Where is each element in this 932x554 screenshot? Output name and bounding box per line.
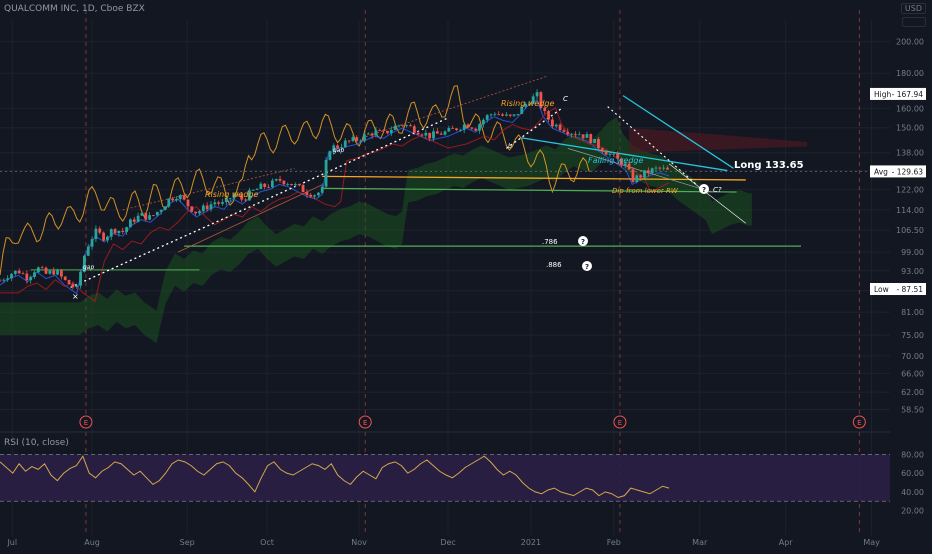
question-marker-label: ? [581, 238, 585, 246]
x-tick-label: Feb [607, 538, 621, 547]
high-tag-value: - 167.94 [892, 90, 924, 99]
candle[interactable] [190, 206, 194, 213]
y-tick-label: 70.00 [901, 352, 924, 361]
x-tick-label: Dec [440, 538, 455, 547]
x-tick-label: 2021 [521, 538, 541, 547]
avg-tag-value: - 129.63 [892, 167, 924, 176]
candle[interactable] [328, 150, 332, 161]
annotation-rising-wedge: Rising wedge [501, 99, 554, 108]
fib-label: .886 [546, 261, 562, 269]
y-tick-label: 138.00 [896, 149, 924, 158]
x-tick-label: Mar [692, 538, 708, 547]
wave-label: b [508, 143, 512, 150]
candle[interactable] [290, 183, 293, 186]
rsi-band [0, 454, 890, 502]
annotation-dip: Dip from lower RW [612, 187, 679, 195]
x-tick-label: Oct [260, 538, 274, 547]
y-tick-label: 200.00 [896, 38, 924, 47]
y-tick-label: 75.00 [901, 331, 924, 340]
high-tag-label: High [874, 90, 891, 99]
x-tick-label: Sep [180, 538, 195, 547]
x-tick-label: Jul [6, 538, 17, 547]
scale-toggle[interactable] [902, 17, 926, 27]
candle[interactable] [324, 156, 328, 189]
rsi-tick-label: 20.00 [901, 507, 924, 516]
candle[interactable] [593, 138, 597, 143]
y-tick-label: 150.00 [896, 124, 924, 133]
chart-canvas[interactable]: Rising wedge Rising wedge Falling wedge Dip… [0, 0, 932, 550]
annotation-falling-wedge: Falling wedge [588, 156, 643, 165]
y-tick-label: 62.00 [901, 388, 924, 397]
rsi-title: RSI (10, close) [4, 438, 69, 448]
avg-tag-label: Avg [874, 167, 888, 176]
wave-label: C? [713, 186, 722, 194]
wave-label: C [563, 95, 568, 103]
question-marker-label: ? [702, 186, 706, 194]
gap-label: gap [333, 147, 344, 154]
earnings-marker-label: E [857, 419, 861, 427]
low-tag-value: - 87.51 [896, 285, 923, 294]
candle[interactable] [589, 133, 593, 144]
rsi-tick-label: 60.00 [901, 469, 924, 478]
y-tick-label: 58.50 [901, 406, 924, 415]
y-tick-label: 160.00 [896, 104, 924, 113]
chart-title: QUALCOMM INC, 1D, Cboe BZX [4, 4, 145, 14]
fib-label: .786 [542, 238, 558, 246]
currency-badge[interactable]: USD [900, 3, 926, 14]
long-position-label: Long 133.65 [734, 160, 804, 171]
y-tick-label: 106.50 [896, 226, 924, 235]
y-tick-label: 66.00 [901, 369, 924, 378]
annotation-rising-wedge: Rising wedge [205, 190, 258, 199]
y-tick-label: 81.00 [901, 308, 924, 317]
candle[interactable] [129, 218, 132, 228]
x-tick-label: Apr [779, 538, 794, 547]
candle[interactable] [643, 170, 646, 179]
x-tick-label: Aug [84, 538, 100, 547]
question-marker-label: ? [585, 263, 589, 271]
rsi-tick-label: 80.00 [901, 450, 924, 459]
candle[interactable] [67, 279, 71, 285]
low-tag-label: Low [874, 285, 889, 294]
earnings-marker-label: E [84, 419, 88, 427]
rsi-tick-label: 40.00 [901, 488, 924, 497]
y-tick-label: 114.00 [896, 206, 924, 215]
candle[interactable] [163, 205, 167, 211]
gap-label: gap [83, 264, 94, 271]
earnings-marker-label: E [363, 419, 367, 427]
earnings-marker-label: E [618, 419, 622, 427]
candle[interactable] [102, 231, 105, 242]
y-tick-label: 93.00 [901, 267, 924, 276]
y-tick-label: 99.00 [901, 248, 924, 257]
x-tick-label: Nov [351, 538, 367, 547]
x-tick-label: May [863, 538, 880, 547]
cursor-marker: × [72, 292, 79, 301]
y-tick-label: 180.00 [896, 69, 924, 78]
y-tick-label: 122.00 [896, 186, 924, 195]
chart-stage: Rising wedge Rising wedge Falling wedge Dip… [0, 0, 932, 550]
